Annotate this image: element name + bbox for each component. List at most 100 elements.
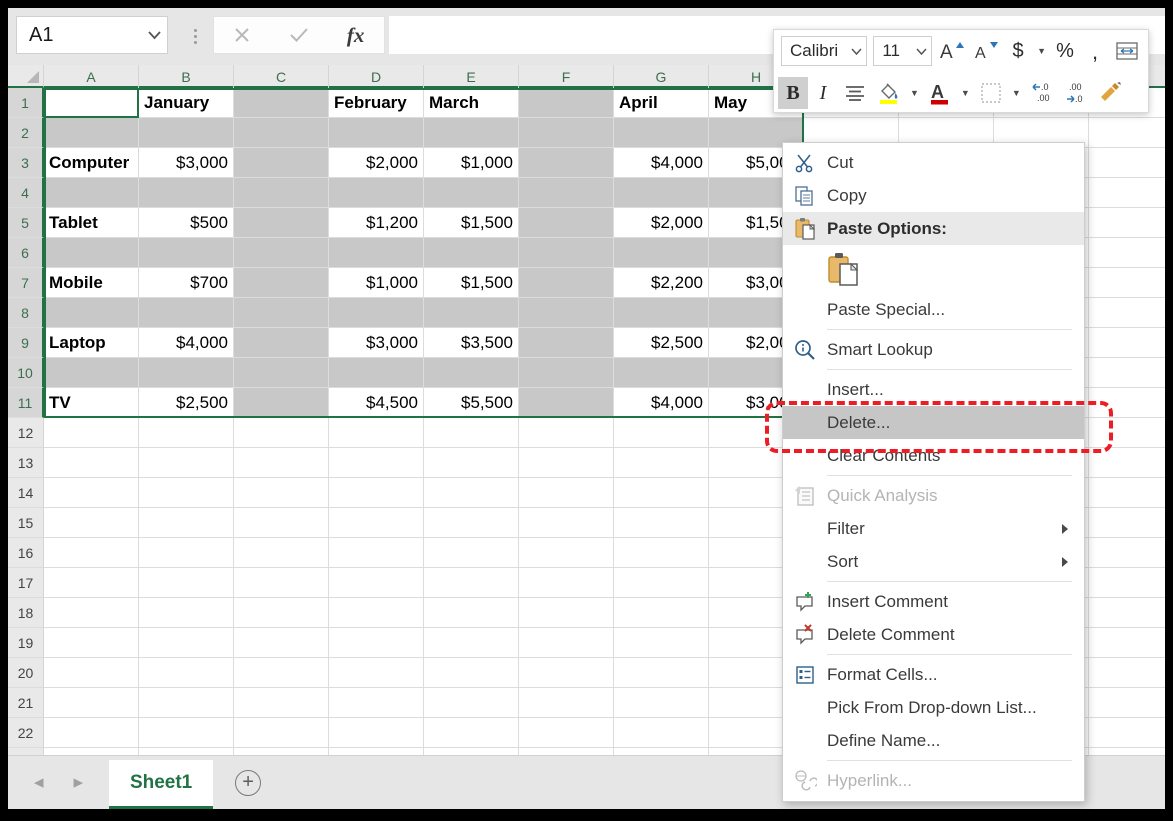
context-menu[interactable]: Cut Copy Paste Options: Paste Special... Sma… — [782, 142, 1085, 802]
cell-blank[interactable] — [1089, 148, 1165, 178]
cell-C22[interactable] — [234, 718, 329, 748]
next-sheet-arrow-icon[interactable]: ▸ — [74, 771, 84, 794]
cell-D2[interactable] — [329, 118, 424, 148]
cell-C2[interactable] — [234, 118, 329, 148]
row-header-4[interactable]: 4 — [8, 178, 44, 208]
cell-B12[interactable] — [139, 418, 234, 448]
row-header-5[interactable]: 5 — [8, 208, 44, 238]
cell-A20[interactable] — [44, 658, 139, 688]
context-menu-item-paste-options[interactable]: Paste Options: — [783, 212, 1084, 245]
fill-color-chevron-down-icon[interactable]: ▼ — [906, 88, 923, 98]
cell-D7[interactable]: $1,000 — [329, 268, 424, 298]
cell-B8[interactable] — [139, 298, 234, 328]
cell-B7[interactable]: $700 — [139, 268, 234, 298]
cell-E22[interactable] — [424, 718, 519, 748]
context-menu-item-cut[interactable]: Cut — [783, 146, 1084, 179]
cell-blank[interactable] — [1089, 658, 1165, 688]
cell-F21[interactable] — [519, 688, 614, 718]
cell-C9[interactable] — [234, 328, 329, 358]
name-box-chevron-down-icon[interactable] — [141, 30, 167, 40]
cell-E16[interactable] — [424, 538, 519, 568]
cell-B23[interactable] — [139, 748, 234, 755]
cell-G18[interactable] — [614, 598, 709, 628]
cell-B15[interactable] — [139, 508, 234, 538]
cell-blank[interactable] — [1089, 328, 1165, 358]
cell-A4[interactable] — [44, 178, 139, 208]
cell-E9[interactable]: $3,500 — [424, 328, 519, 358]
cell-blank[interactable] — [1089, 238, 1165, 268]
cell-A21[interactable] — [44, 688, 139, 718]
cancel-formula-icon[interactable] — [214, 17, 271, 53]
cell-D21[interactable] — [329, 688, 424, 718]
cell-B22[interactable] — [139, 718, 234, 748]
column-header-f[interactable]: F — [519, 65, 614, 88]
cell-G11[interactable]: $4,000 — [614, 388, 709, 418]
context-menu-item-define-name[interactable]: Define Name... — [783, 724, 1084, 757]
cell-B16[interactable] — [139, 538, 234, 568]
cell-B17[interactable] — [139, 568, 234, 598]
cell-E13[interactable] — [424, 448, 519, 478]
cell-C5[interactable] — [234, 208, 329, 238]
cell-blank[interactable] — [1089, 178, 1165, 208]
cell-blank[interactable] — [1089, 298, 1165, 328]
cell-G12[interactable] — [614, 418, 709, 448]
cell-D6[interactable] — [329, 238, 424, 268]
enter-formula-checkmark-icon[interactable] — [271, 17, 328, 53]
cell-D16[interactable] — [329, 538, 424, 568]
cell-A14[interactable] — [44, 478, 139, 508]
row-header-9[interactable]: 9 — [8, 328, 44, 358]
cell-F14[interactable] — [519, 478, 614, 508]
cell-G17[interactable] — [614, 568, 709, 598]
cell-G9[interactable]: $2,500 — [614, 328, 709, 358]
cell-G3[interactable]: $4,000 — [614, 148, 709, 178]
row-header-21[interactable]: 21 — [8, 688, 44, 718]
borders-icon[interactable] — [974, 77, 1008, 109]
cell-A16[interactable] — [44, 538, 139, 568]
cell-G22[interactable] — [614, 718, 709, 748]
cell-C21[interactable] — [234, 688, 329, 718]
cell-blank[interactable] — [1089, 448, 1165, 478]
cell-blank[interactable] — [1089, 478, 1165, 508]
cell-F13[interactable] — [519, 448, 614, 478]
more-options-kebab-icon[interactable] — [184, 22, 206, 50]
cell-B14[interactable] — [139, 478, 234, 508]
row-header-12[interactable]: 12 — [8, 418, 44, 448]
cell-G8[interactable] — [614, 298, 709, 328]
row-header-14[interactable]: 14 — [8, 478, 44, 508]
cell-G20[interactable] — [614, 658, 709, 688]
cell-E2[interactable] — [424, 118, 519, 148]
cell-A12[interactable] — [44, 418, 139, 448]
accounting-format-chevron-down-icon[interactable]: ▼ — [1033, 46, 1050, 56]
cell-C16[interactable] — [234, 538, 329, 568]
cell-A3[interactable]: Computer — [44, 148, 139, 178]
context-menu-item-paste-keep-formatting-icon[interactable] — [783, 245, 1084, 293]
cell-D19[interactable] — [329, 628, 424, 658]
row-header-6[interactable]: 6 — [8, 238, 44, 268]
insert-function-icon[interactable]: fx — [327, 17, 384, 53]
cell-blank[interactable] — [1089, 508, 1165, 538]
cell-E8[interactable] — [424, 298, 519, 328]
cell-D17[interactable] — [329, 568, 424, 598]
cell-C7[interactable] — [234, 268, 329, 298]
borders-chevron-down-icon[interactable]: ▼ — [1008, 88, 1025, 98]
context-menu-item-paste-special[interactable]: Paste Special... — [783, 293, 1084, 326]
increase-decimal-icon[interactable]: .0 .00 — [1025, 77, 1059, 109]
cell-G4[interactable] — [614, 178, 709, 208]
font-size-chevron-down-icon[interactable] — [911, 47, 931, 55]
cell-E14[interactable] — [424, 478, 519, 508]
cell-F3[interactable] — [519, 148, 614, 178]
cell-C18[interactable] — [234, 598, 329, 628]
cell-E12[interactable] — [424, 418, 519, 448]
cell-D20[interactable] — [329, 658, 424, 688]
cell-A19[interactable] — [44, 628, 139, 658]
cell-G14[interactable] — [614, 478, 709, 508]
cell-blank[interactable] — [1089, 118, 1165, 148]
row-header-20[interactable]: 20 — [8, 658, 44, 688]
cell-F15[interactable] — [519, 508, 614, 538]
cell-C20[interactable] — [234, 658, 329, 688]
cell-C8[interactable] — [234, 298, 329, 328]
column-header-e[interactable]: E — [424, 65, 519, 88]
increase-font-size-icon[interactable]: A — [935, 35, 969, 67]
column-header-d[interactable]: D — [329, 65, 424, 88]
cell-B13[interactable] — [139, 448, 234, 478]
